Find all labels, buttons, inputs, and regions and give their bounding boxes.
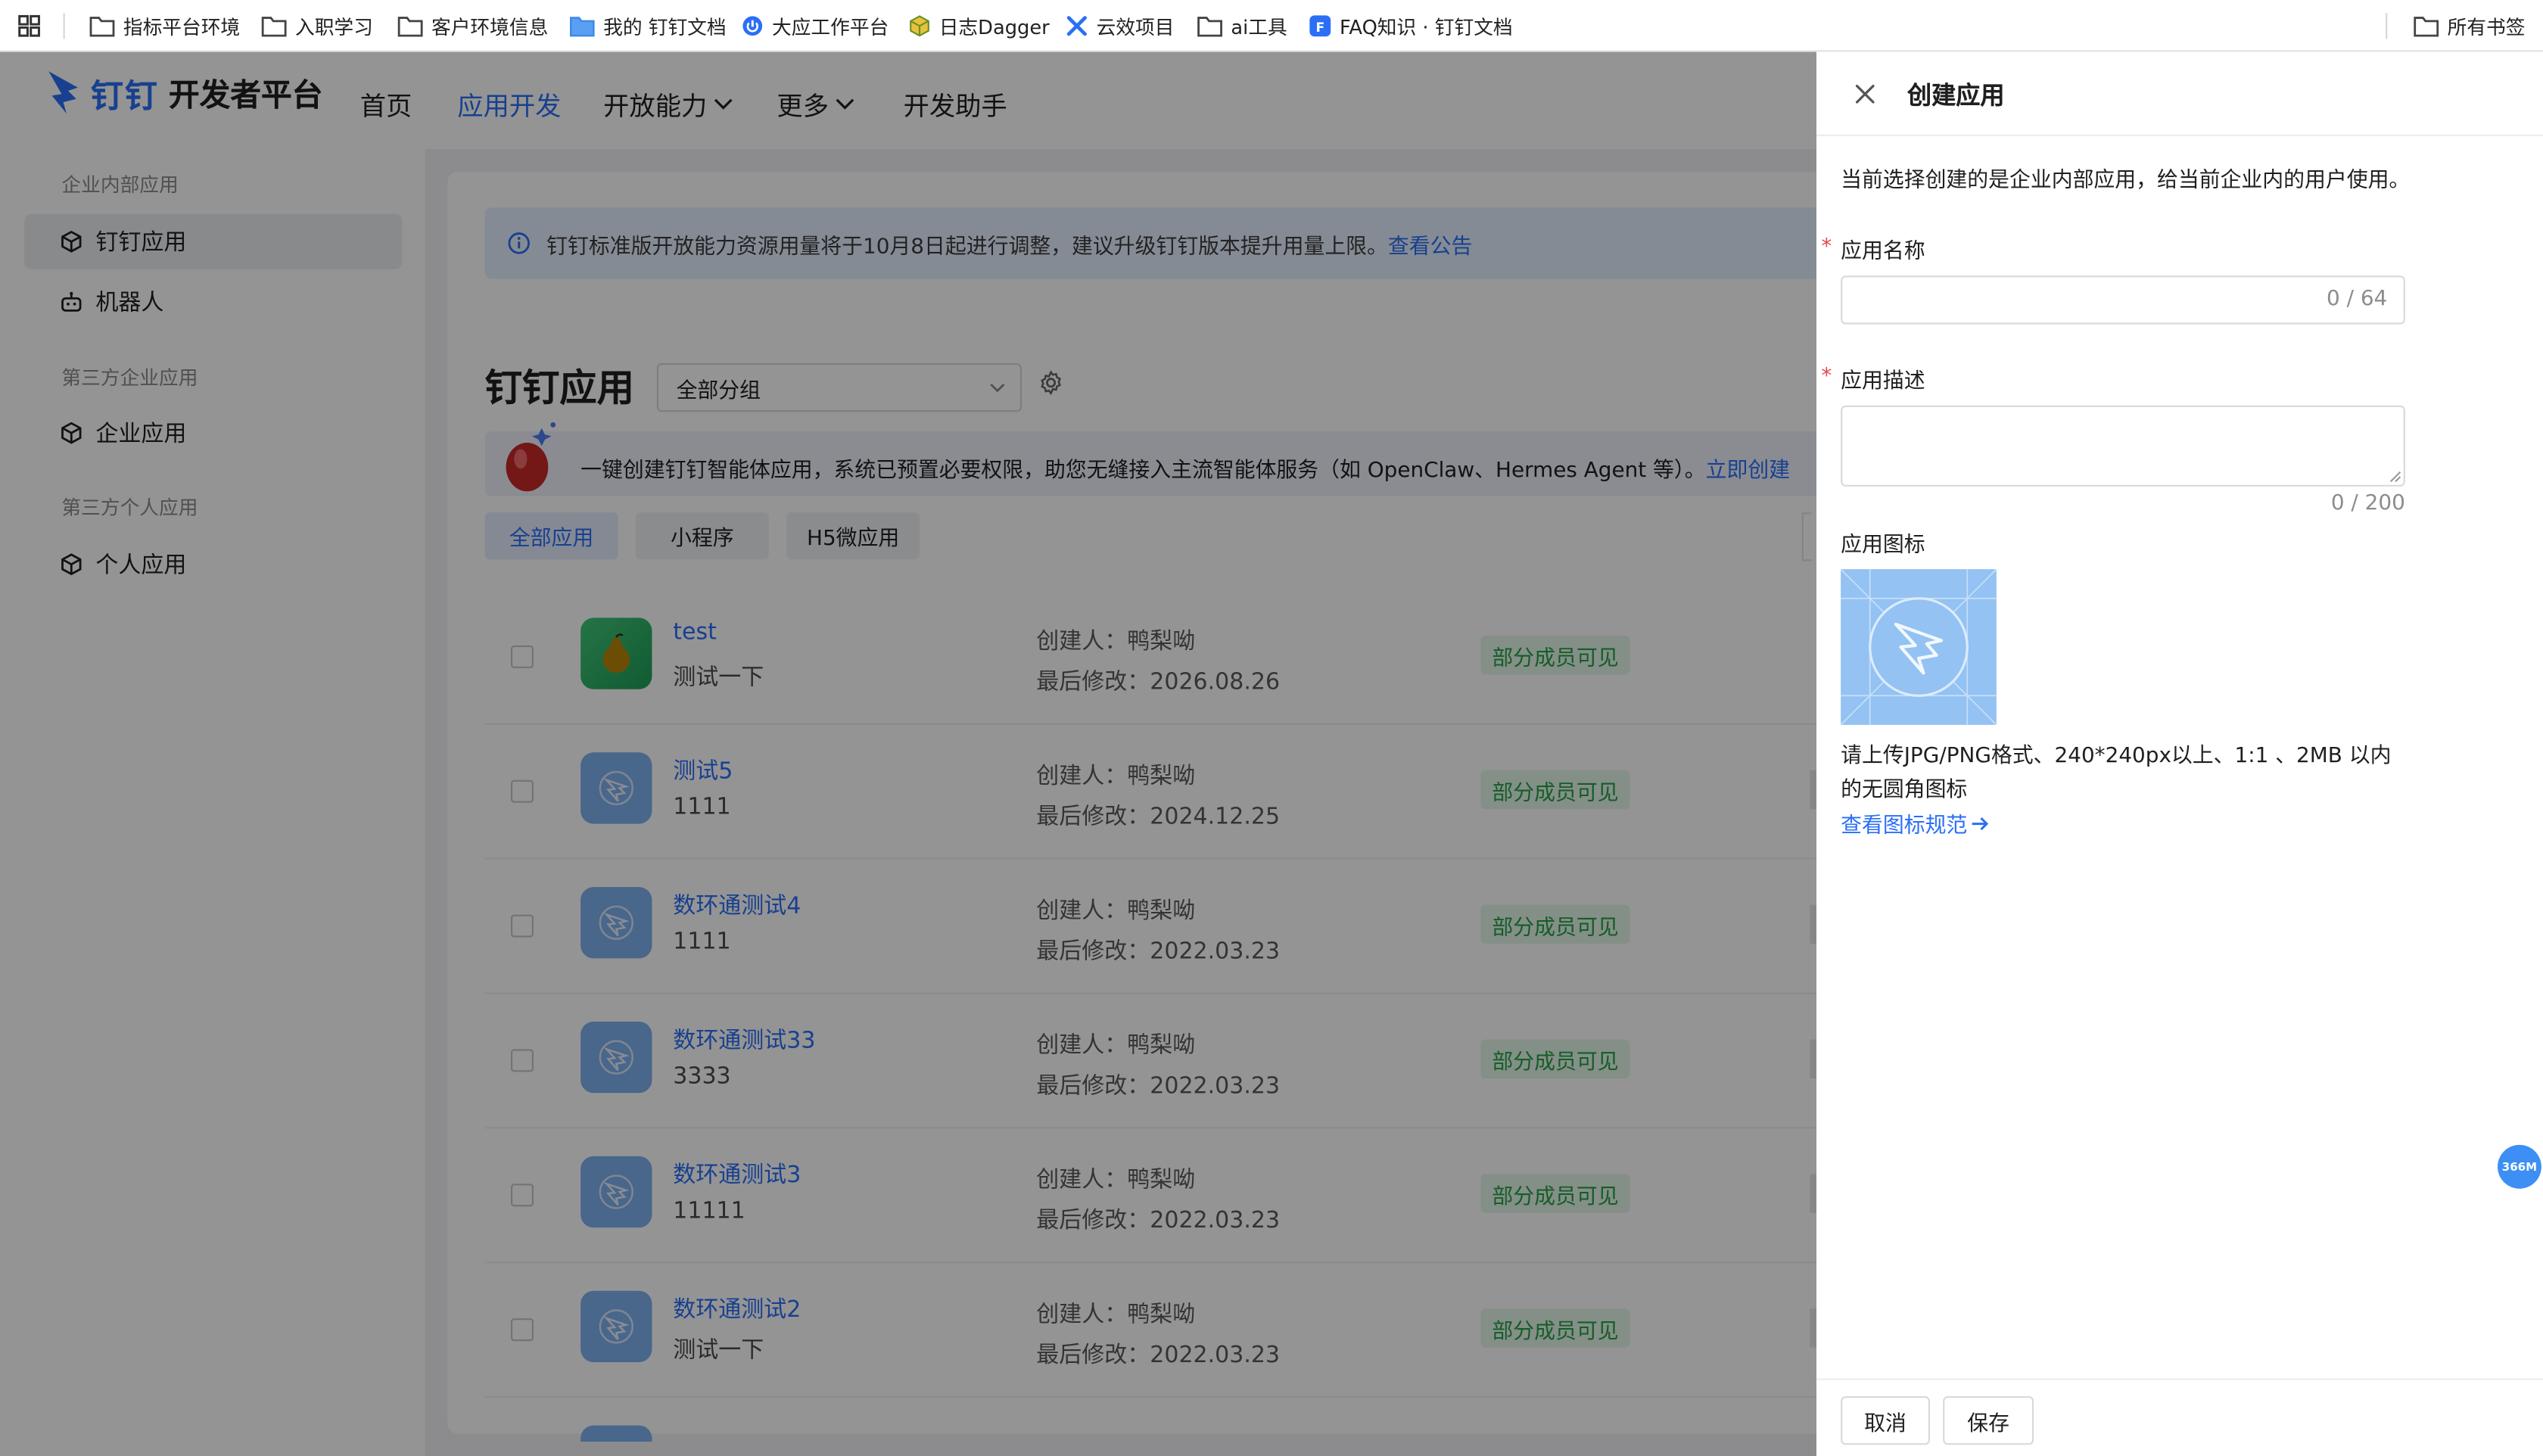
icon-hint: 请上传JPG/PNG格式、240*240px以上、1:1 、2MB 以内的无圆角… [1841, 744, 2392, 803]
bookmarks-bar: 指标平台环境 入职学习 客户环境信息 我的 钉钉文档 大应工作平台 日志Dagg… [0, 0, 2543, 52]
folder-icon [569, 17, 595, 37]
save-button[interactable]: 保存 [1943, 1396, 2034, 1445]
modal-overlay[interactable] [0, 51, 1816, 1456]
label-text: 应用名称 [1841, 240, 1925, 265]
app-name-input[interactable]: 0 / 64 [1841, 275, 2405, 325]
app-name-counter: 0 / 64 [2326, 287, 2388, 312]
arrow-right-icon [1972, 816, 1989, 830]
app-icon-label: 应用图标 [1841, 534, 1925, 558]
app-name-label: * 应用名称 [1821, 234, 1925, 265]
bookmark-label: 我的 钉钉文档 [603, 15, 727, 39]
bookmark-label: FAQ知识 · 钉钉文档 [1340, 15, 1513, 39]
bookmark-item[interactable]: 大应工作平台 [741, 0, 889, 52]
bookmark-item[interactable]: 客户环境信息 [397, 0, 548, 52]
folder-icon [1197, 17, 1222, 37]
all-bookmarks[interactable]: 所有书签 [2414, 0, 2526, 52]
drawer-intro: 当前选择创建的是企业内部应用，给当前企业内的用户使用。 [1841, 168, 2411, 193]
drawer-title: 创建应用 [1907, 81, 2005, 110]
bookmarks-separator [63, 13, 65, 39]
resize-handle-icon[interactable] [2389, 470, 2401, 483]
x-logo-icon [1066, 16, 1087, 36]
bookmark-label: ai工具 [1231, 15, 1287, 39]
bookmark-item[interactable]: 入职学习 [261, 0, 373, 52]
apps-grid-icon[interactable] [16, 13, 42, 39]
bookmark-item[interactable]: 我的 钉钉文档 [569, 0, 727, 52]
app-desc-label: * 应用描述 [1821, 363, 1925, 394]
drawer-header: 创建应用 [1816, 52, 2543, 136]
close-icon[interactable] [1852, 81, 1878, 107]
bookmark-label: 客户环境信息 [431, 15, 549, 39]
icon-spec-link[interactable]: 查看图标规范 [1841, 807, 1990, 838]
app-desc-counter: 0 / 200 [2330, 491, 2405, 516]
icon-upload[interactable] [1841, 569, 1997, 725]
svg-text:F: F [1315, 20, 1324, 36]
cancel-button[interactable]: 取消 [1841, 1396, 1930, 1445]
memory-badge[interactable]: 366M [2498, 1144, 2541, 1189]
bookmark-item[interactable]: F FAQ知识 · 钉钉文档 [1309, 0, 1513, 52]
folder-icon [89, 17, 115, 37]
bookmark-item[interactable]: 指标平台环境 [89, 0, 240, 52]
bookmark-label: 大应工作平台 [771, 15, 889, 39]
cube-icon [910, 15, 929, 37]
drawer-footer: 取消 保存 [1816, 1378, 2543, 1456]
all-bookmarks-label: 所有书签 [2447, 15, 2526, 39]
bookmark-item[interactable]: 日志Dagger [908, 0, 1050, 52]
folder-icon [397, 17, 423, 37]
bookmark-label: 入职学习 [295, 15, 373, 39]
required-mark: * [1821, 365, 1832, 390]
bookmarks-separator [2386, 13, 2388, 39]
bookmark-label: 云效项目 [1096, 15, 1175, 39]
bookmark-label: 日志Dagger [938, 15, 1050, 39]
create-app-drawer: 创建应用 当前选择创建的是企业内部应用，给当前企业内的用户使用。 * 应用名称 0… [1816, 51, 2543, 1456]
dingtalk-placeholder-icon [1841, 569, 1997, 725]
folder-icon [261, 17, 287, 37]
folder-icon [2414, 17, 2439, 37]
app-desc-textarea[interactable] [1841, 405, 2405, 487]
label-text: 应用描述 [1841, 369, 1925, 394]
bookmark-item[interactable]: ai工具 [1197, 0, 1287, 52]
doc-f-icon: F [1309, 15, 1331, 37]
bookmark-item[interactable]: 云效项目 [1066, 0, 1175, 52]
bookmark-label: 指标平台环境 [123, 15, 241, 39]
icon-spec-link-text: 查看图标规范 [1841, 814, 1968, 838]
power-icon [742, 16, 763, 36]
required-mark: * [1821, 235, 1832, 260]
